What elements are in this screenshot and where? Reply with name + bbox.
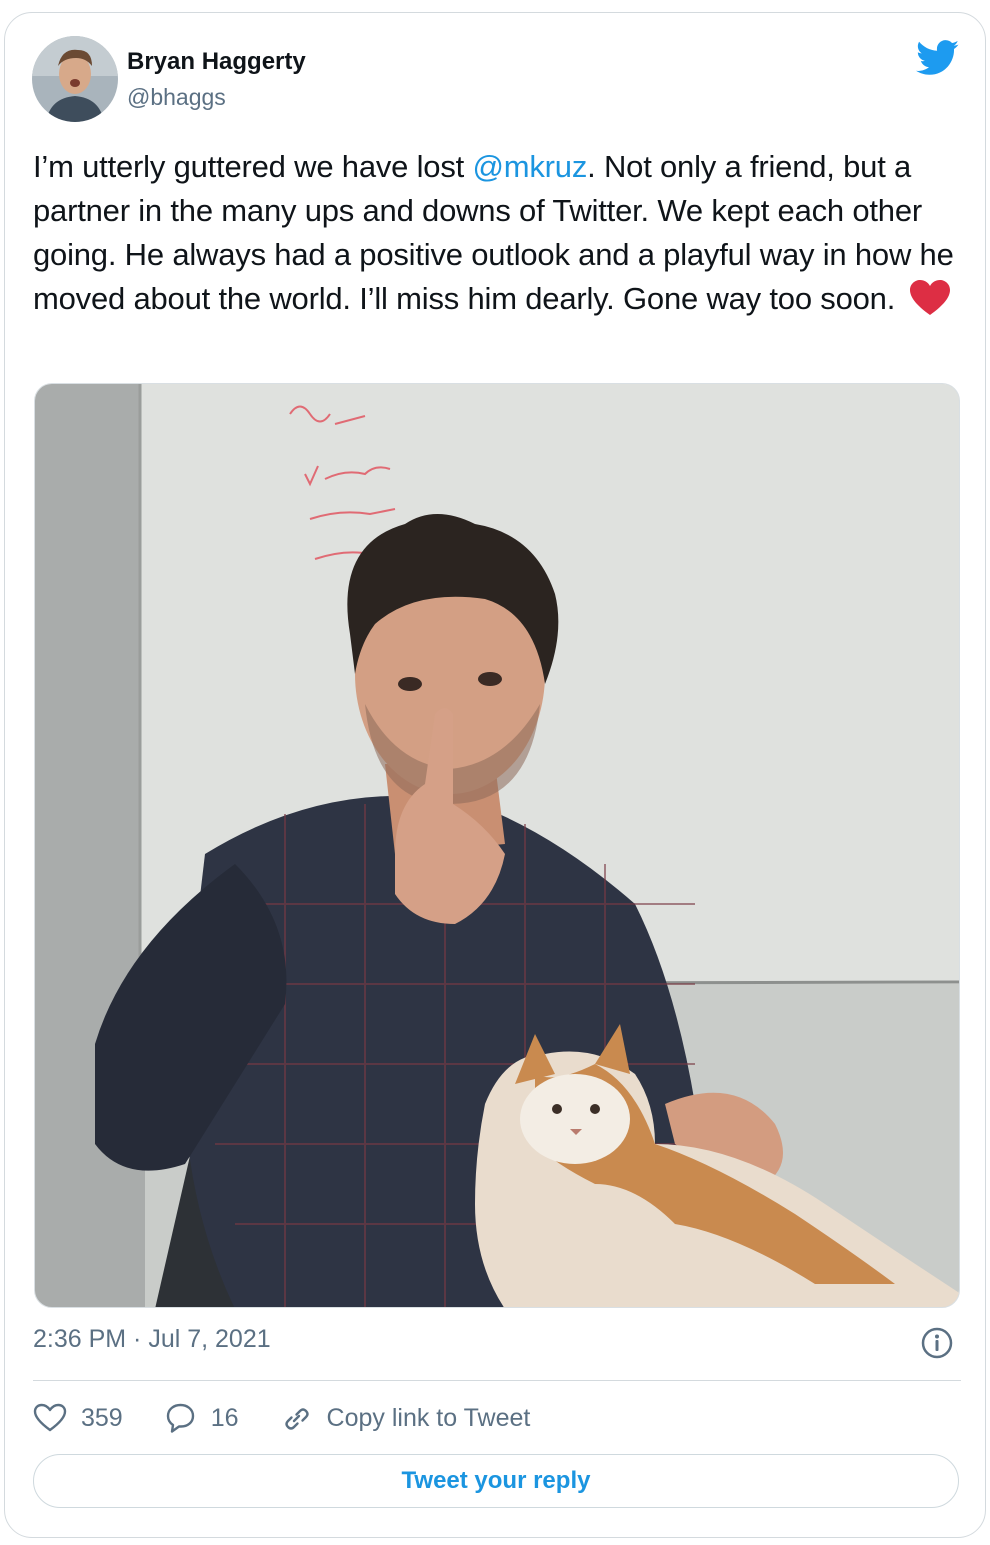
tweet-timestamp[interactable]: 2:36 PM · Jul 7, 2021 (33, 1325, 271, 1354)
link-icon (284, 1408, 309, 1430)
red-heart-icon (909, 280, 950, 315)
copy-link-label: Copy link to Tweet (326, 1403, 531, 1432)
tweet-text-before: I’m utterly guttered we have lost (33, 149, 473, 184)
like-button[interactable]: 359 (33, 1403, 123, 1433)
heart-icon (33, 1403, 67, 1432)
copy-link-button[interactable]: Copy link to Tweet (279, 1402, 531, 1434)
tweet-photo[interactable] (34, 383, 960, 1308)
author-avatar[interactable] (32, 36, 118, 122)
reply-bubble-icon (166, 1403, 194, 1433)
mention-link[interactable]: @mkruz (472, 149, 587, 184)
info-icon[interactable] (920, 1326, 954, 1360)
photo-image (35, 384, 959, 1307)
tweet-your-reply-button[interactable]: Tweet your reply (33, 1454, 959, 1508)
actions-divider (33, 1380, 961, 1381)
twitter-bird-icon[interactable] (916, 40, 960, 76)
author-name[interactable]: Bryan Haggerty (127, 48, 306, 76)
tweet-actions: 359 16 Copy link to Tweet (33, 1396, 570, 1440)
reply-count-button[interactable]: 16 (163, 1402, 239, 1434)
reply-count: 16 (210, 1403, 239, 1432)
author-handle[interactable]: @bhaggs (127, 84, 226, 111)
avatar-image (32, 36, 118, 122)
like-count: 359 (81, 1403, 123, 1432)
tweet-text: I’m utterly guttered we have lost @mkruz… (33, 145, 963, 321)
